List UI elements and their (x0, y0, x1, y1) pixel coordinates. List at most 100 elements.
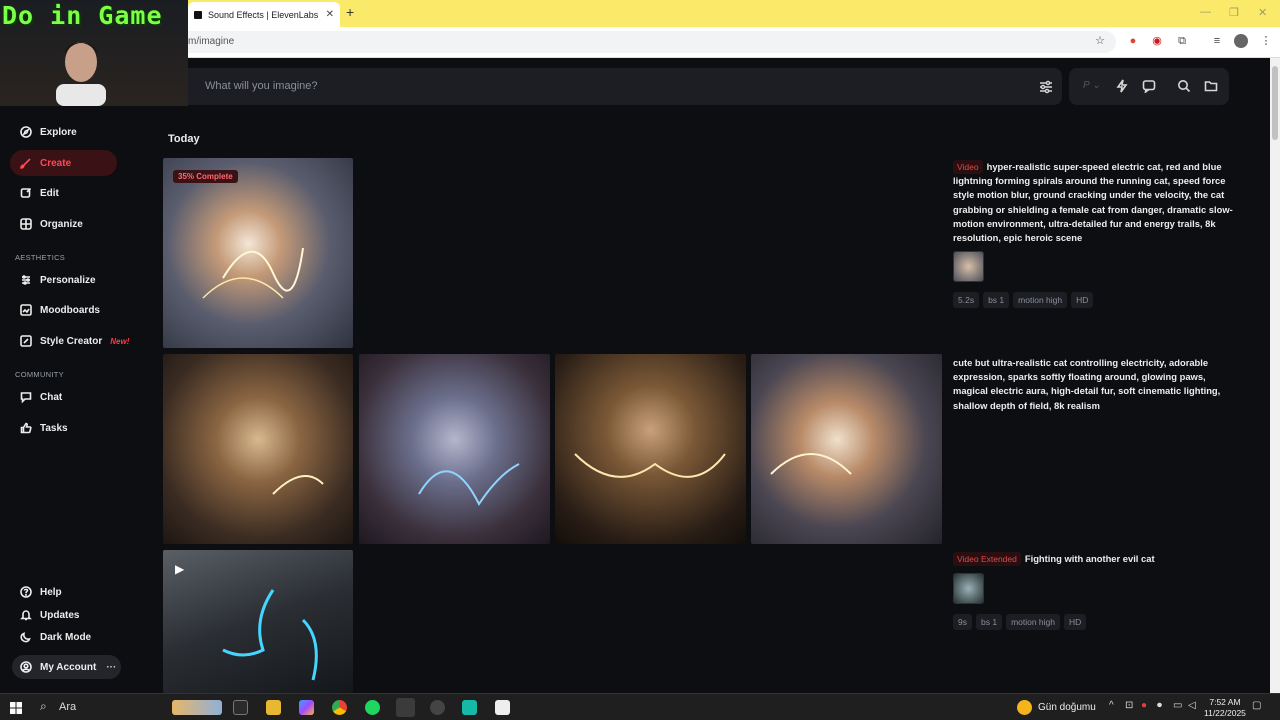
sidebar-item-label: Create (40, 157, 72, 169)
bookmark-star-icon[interactable]: ☆ (1093, 34, 1107, 48)
progress-badge: 35% Complete (173, 170, 238, 183)
param-chip[interactable]: HD (1071, 292, 1094, 308)
edit-icon (20, 187, 32, 198)
search-icon[interactable] (1177, 79, 1191, 93)
image-result[interactable] (555, 354, 746, 544)
sidebar-item-personalize[interactable]: Personalize (10, 267, 117, 293)
notifications-icon[interactable]: ▢ (1252, 700, 1261, 711)
close-window-icon[interactable]: ✕ (1258, 6, 1267, 19)
sidebar-item-label: Moodboards (40, 304, 100, 316)
restore-icon[interactable]: ❐ (1229, 6, 1239, 19)
system-clock[interactable]: 7:52 AM 11/22/2025 (1204, 697, 1246, 719)
param-chip[interactable]: HD (1064, 614, 1087, 630)
media-control-icon[interactable]: ≡ (1210, 34, 1224, 48)
sidebar-item-dark-mode[interactable]: Dark Mode (10, 624, 117, 650)
folder-icon[interactable] (1204, 79, 1218, 93)
prompt-text[interactable]: hyper-realistic super-speed electric cat… (953, 161, 1233, 243)
taskbar-search-icon[interactable]: ⌕ (40, 699, 47, 714)
scrollbar-thumb[interactable] (1272, 66, 1278, 140)
param-chip[interactable]: motion high (1006, 614, 1061, 630)
chat-bubble-icon[interactable] (1142, 79, 1156, 94)
new-tab-icon[interactable]: + (346, 4, 354, 20)
task-view-icon[interactable] (233, 700, 248, 715)
browser-tab[interactable]: Sound Effects | ElevenLabs ✕ (188, 2, 340, 27)
sidebar-item-explore[interactable]: Explore (10, 119, 117, 145)
sidebar-item-label: Edit (40, 187, 59, 199)
sidebar-item-label: Tasks (40, 422, 68, 434)
sidebar-item-chat[interactable]: Chat (10, 384, 117, 410)
opera-extension-icon[interactable]: ◉ (1150, 34, 1164, 48)
spotify-icon[interactable] (365, 700, 380, 715)
close-tab-icon[interactable]: ✕ (326, 9, 334, 20)
clock-time: 7:52 AM (1209, 697, 1241, 707)
prompt-text[interactable]: cute but ultra-realistic cat controlling… (953, 357, 1220, 411)
chrome-active-icon[interactable] (396, 698, 415, 717)
feed-heading-today: Today (168, 133, 200, 145)
settings-sliders-icon[interactable] (1038, 79, 1054, 95)
prompt-text[interactable]: Fighting with another evil cat (1025, 553, 1155, 564)
app-icon[interactable] (462, 700, 477, 715)
volume-icon[interactable]: ◁ (1188, 700, 1196, 711)
chat-icon (20, 392, 32, 403)
extensions-puzzle-icon[interactable]: ⧉ (1175, 34, 1189, 48)
capcut-icon[interactable] (495, 700, 510, 715)
extension-fire-icon[interactable]: ● (1126, 34, 1140, 48)
imagine-bar: ⌕ What will you imagine? (180, 68, 1062, 105)
job-prompt: Video Extended Fighting with another evil… (953, 552, 1238, 567)
sidebar-item-tasks[interactable]: Tasks (10, 415, 117, 441)
tray-recording-icon[interactable]: ● (1141, 700, 1147, 711)
show-hidden-icons[interactable]: ^ (1109, 700, 1114, 711)
video-result[interactable]: ▶ (163, 550, 353, 693)
weather-label[interactable]: Gün doğumu (1038, 702, 1096, 713)
image-result[interactable] (163, 354, 353, 544)
sidebar-item-edit[interactable]: Edit (10, 180, 117, 206)
elevenlabs-favicon-icon (194, 10, 202, 19)
network-icon[interactable]: ▭ (1173, 700, 1182, 711)
personalize-version-icon[interactable]: P ⌄ (1083, 80, 1100, 91)
profile-avatar-icon[interactable] (1234, 34, 1248, 48)
param-chip[interactable]: motion high (1013, 292, 1068, 308)
taskbar-search-box[interactable]: Ara (59, 701, 76, 713)
sidebar-item-label: Organize (40, 218, 83, 230)
reference-image-thumbnail[interactable] (953, 251, 984, 282)
sidebar-item-create[interactable]: Create (10, 150, 117, 176)
obs-icon[interactable] (430, 700, 445, 715)
sidebar-item-organize[interactable]: Organize (10, 211, 117, 237)
style-creator-icon (20, 335, 32, 347)
account-label: My Account (40, 661, 97, 673)
job-prompt: Video hyper-realistic super-speed electri… (953, 160, 1238, 245)
sidebar-item-moodboards[interactable]: Moodboards (10, 297, 117, 323)
url-input[interactable]: m/imagine (170, 31, 1116, 53)
play-icon[interactable]: ▶ (175, 562, 184, 576)
sidebar-item-style-creator[interactable]: Style Creator New! (10, 328, 140, 354)
param-chip[interactable]: bs 1 (983, 292, 1010, 308)
chrome-icon[interactable] (332, 700, 347, 715)
lightning-icon[interactable] (1115, 79, 1129, 93)
microphone-icon[interactable]: ⏺ (1157, 700, 1162, 711)
param-chip[interactable]: 9s (953, 614, 972, 630)
reference-image-thumbnail[interactable] (953, 573, 984, 604)
tray-app-icon[interactable]: ⊡ (1125, 700, 1133, 711)
minimize-icon[interactable]: — (1200, 6, 1211, 18)
param-chip[interactable]: 5.2s (953, 292, 980, 308)
brush-icon (20, 158, 31, 169)
image-result[interactable] (751, 354, 942, 544)
my-account-button[interactable]: My Account ··· (12, 655, 121, 679)
weather-sun-icon[interactable] (1017, 700, 1032, 715)
job-prompt: cute but ultra-realistic cat controlling… (953, 356, 1238, 413)
sliders-icon (22, 275, 30, 285)
copilot-icon[interactable] (299, 700, 314, 715)
search-highlight-image[interactable] (172, 700, 222, 715)
file-explorer-icon[interactable] (266, 700, 281, 715)
windows-start-icon[interactable] (10, 702, 22, 714)
blue-lightning-kitten-artwork (418, 463, 520, 506)
account-menu-icon[interactable]: ··· (106, 662, 116, 673)
generation-thumbnail[interactable]: 35% Complete (163, 158, 353, 348)
browser-menu-icon[interactable]: ⋮ (1259, 34, 1273, 48)
image-result[interactable] (359, 354, 550, 544)
kitten-claws-sparks-artwork (574, 453, 726, 478)
param-chip[interactable]: bs 1 (975, 614, 1003, 630)
imagine-input[interactable]: What will you imagine? (205, 80, 318, 92)
stream-banner: Do in Game (2, 1, 163, 30)
page-scrollbar[interactable] (1270, 58, 1280, 693)
